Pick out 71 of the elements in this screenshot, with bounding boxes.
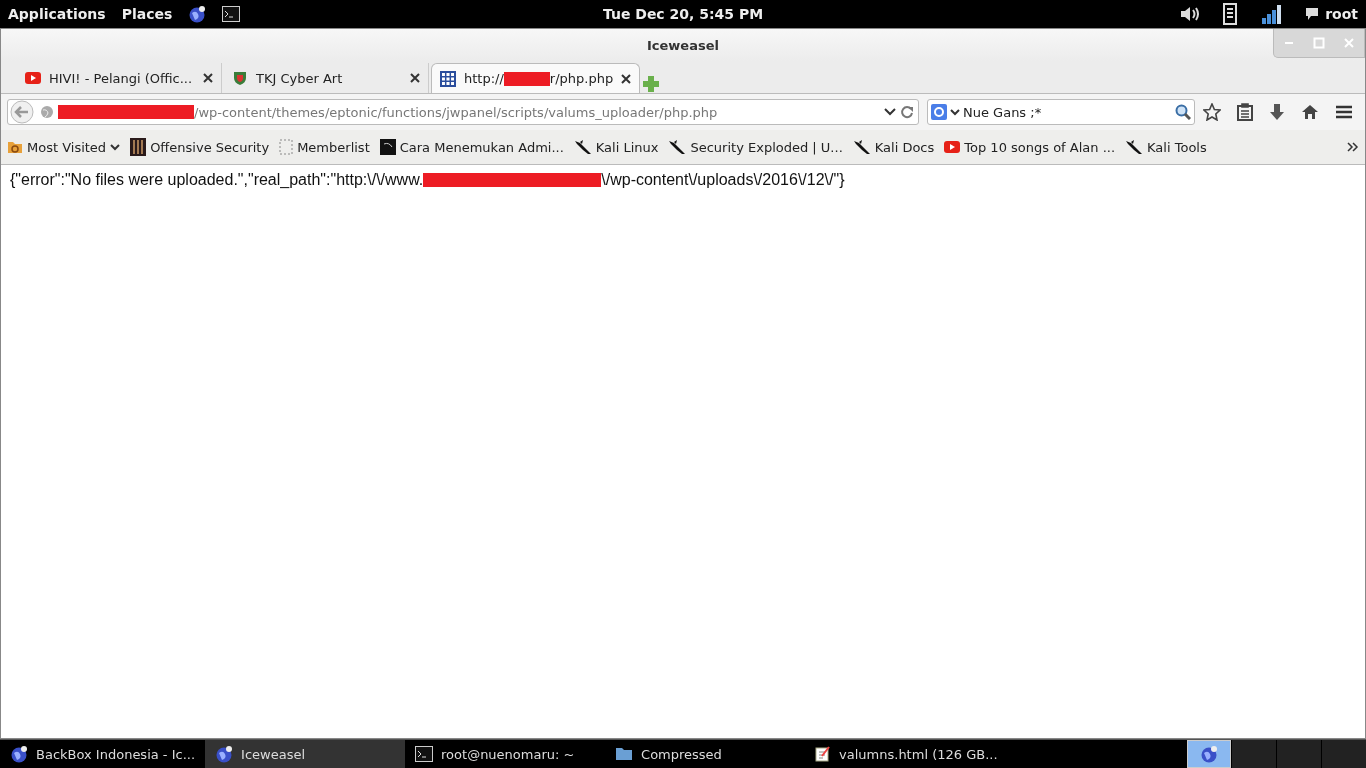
- dragon-icon: [573, 139, 592, 155]
- notepad-icon: [815, 746, 832, 762]
- globe-icon: [1200, 745, 1218, 763]
- panel-menu[interactable]: Applications: [8, 6, 106, 22]
- star-icon[interactable]: [1203, 103, 1221, 121]
- taskbar-item[interactable]: Compressed: [605, 740, 806, 768]
- address-bar[interactable]: /wp-content/themes/eptonic/functions/jwpanel/scripts/valums_uploader/php.php: [7, 99, 919, 125]
- bookmark[interactable]: Kali Linux: [573, 139, 659, 155]
- user-name[interactable]: root: [1325, 6, 1358, 22]
- signal-icon[interactable]: [1261, 4, 1284, 24]
- url-text: /wp-content/themes/eptonic/functions/jwpanel/scripts/valums_uploader/php.php: [194, 104, 718, 120]
- caret-icon: [110, 143, 121, 151]
- bookmark[interactable]: Kali Tools: [1125, 139, 1207, 155]
- panel-menu[interactable]: Places: [121, 6, 173, 22]
- globe-icon: [40, 105, 54, 119]
- text: r/php.php: [549, 71, 614, 86]
- bookmark[interactable]: Cara Menemukan Admi...: [379, 139, 564, 155]
- folder-icon: [7, 139, 23, 155]
- globe-icon: [10, 745, 28, 763]
- clipboard-icon[interactable]: [1237, 103, 1253, 121]
- chevron-icon[interactable]: [1347, 142, 1359, 152]
- bookmark[interactable]: Top 10 songs of Alan ...: [944, 139, 1116, 155]
- volume-icon[interactable]: [1179, 5, 1202, 23]
- maximize-icon: [1313, 37, 1325, 49]
- taskbar-item[interactable]: valumns.html (126 GB...: [805, 740, 1008, 768]
- close-icon: [1343, 37, 1355, 49]
- bookmark[interactable]: Kali Docs: [852, 139, 935, 155]
- search-engine-icon: [931, 104, 947, 120]
- text: \/wp-content\/uploads\/2016\/12\/"}: [601, 171, 845, 189]
- workspace-button[interactable]: [1187, 740, 1231, 768]
- dragon-icon: [852, 139, 871, 155]
- browser-tab[interactable]: http:// r/php.php: [431, 63, 641, 93]
- close-icon[interactable]: [203, 73, 213, 83]
- home-icon[interactable]: [1301, 104, 1319, 120]
- globe-icon: [215, 745, 234, 763]
- dropdown-caret-icon[interactable]: [884, 108, 896, 116]
- globe-icon[interactable]: [188, 5, 207, 23]
- taskbar-item[interactable]: root@nuenomaru: ~: [405, 740, 606, 768]
- dragon-icon: [1125, 139, 1144, 155]
- clock[interactable]: Tue Dec 20, 5:45 PM: [602, 6, 764, 22]
- text: TKJ Cyber Art: [256, 70, 343, 86]
- dragon-icon: [668, 139, 687, 155]
- page-icon: [279, 139, 294, 155]
- search-field[interactable]: Nue Gans ;*: [927, 99, 1195, 125]
- reload-icon[interactable]: [900, 105, 914, 119]
- shield-icon: [232, 70, 248, 86]
- terminal-icon: [415, 746, 434, 762]
- taskbar-item[interactable]: Iceweasel: [205, 740, 406, 768]
- menu-icon[interactable]: [1335, 104, 1353, 120]
- grid-icon: [440, 70, 456, 87]
- search-icon: [1175, 104, 1191, 120]
- bookmark[interactable]: Most Visited: [7, 139, 121, 155]
- terminal-icon: [379, 139, 396, 155]
- window-title: Iceweasel: [647, 37, 719, 53]
- download-icon[interactable]: [1269, 103, 1285, 121]
- taskbar-item[interactable]: BackBox Indonesia - Ic...: [0, 740, 206, 768]
- dropdown-caret-icon: [950, 108, 960, 116]
- bookmark[interactable]: Memberlist: [279, 139, 370, 155]
- close-icon[interactable]: [410, 73, 420, 83]
- close-icon[interactable]: [621, 73, 632, 84]
- text: http://: [464, 71, 504, 86]
- minimize-icon: [1285, 42, 1293, 44]
- chat-icon[interactable]: [1305, 7, 1320, 21]
- terminal-icon[interactable]: [222, 6, 241, 22]
- bookmark[interactable]: Offensive Security: [130, 138, 270, 156]
- folder-icon: [615, 747, 634, 761]
- video-play-icon: [944, 141, 961, 153]
- text: HIVI! - Pelangi (Offic...: [49, 70, 193, 86]
- bookmark[interactable]: Security Exploded | U...: [668, 139, 843, 155]
- video-play-icon: [25, 72, 41, 84]
- text: {"error":"No files were uploaded.","real_path":"http:\/\/www.: [10, 171, 424, 189]
